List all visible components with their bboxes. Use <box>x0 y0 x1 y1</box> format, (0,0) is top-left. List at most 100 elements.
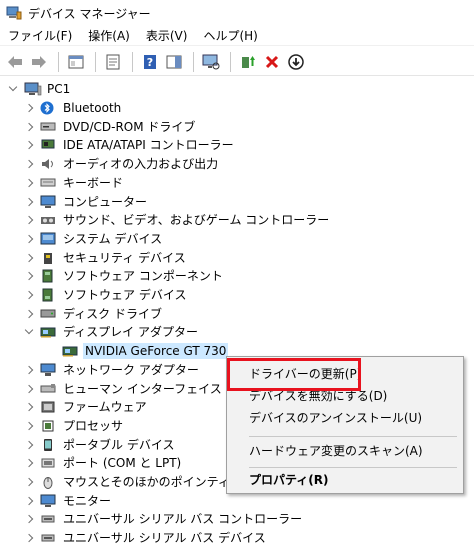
scan-monitor-icon <box>202 54 220 69</box>
tree-category-item[interactable]: オーディオの入力および出力 <box>24 155 220 174</box>
tree-category-item[interactable]: モニター <box>24 491 113 510</box>
action-pane-button[interactable] <box>163 51 185 73</box>
chevron-right-icon[interactable] <box>24 365 34 375</box>
tree-category-item[interactable]: セキュリティ デバイス <box>24 248 188 267</box>
chevron-right-icon[interactable] <box>24 253 34 263</box>
tree-category-item[interactable]: マウスとそのほかのポインティン <box>24 473 244 492</box>
tree-category-item[interactable]: ユニバーサル シリアル バス コントローラー <box>24 510 304 529</box>
menu-separator <box>249 436 457 437</box>
network-adapter-icon <box>40 363 56 377</box>
chevron-right-icon[interactable] <box>24 440 34 450</box>
back-button[interactable] <box>4 51 26 73</box>
tree-category-item[interactable]: コンピューター <box>24 192 149 211</box>
download-circle-icon <box>288 53 304 70</box>
tree-item-label: オーディオの入力および出力 <box>63 157 219 172</box>
chevron-right-icon[interactable] <box>24 496 34 506</box>
help-button[interactable]: ? <box>139 51 161 73</box>
chevron-right-icon[interactable] <box>24 458 34 468</box>
scan-hardware-button[interactable] <box>200 51 222 73</box>
update-driver-toolbar-button[interactable] <box>237 51 259 73</box>
window-title: デバイス マネージャー <box>28 6 151 21</box>
tree-category-item[interactable]: Bluetooth <box>24 99 123 118</box>
tree-category-item[interactable]: ディスプレイ アダプター <box>24 323 200 342</box>
chevron-right-icon[interactable] <box>24 402 34 412</box>
chevron-down-icon[interactable] <box>8 84 18 94</box>
tree-category-item[interactable]: ディスク ドライブ <box>24 304 164 323</box>
tree-category-item[interactable]: サウンド、ビデオ、およびゲーム コントローラー <box>24 211 331 230</box>
tree-item-label: ポート (COM と LPT) <box>63 456 182 471</box>
chevron-right-icon[interactable] <box>24 140 34 150</box>
tree-item-label: ディスプレイ アダプター <box>63 325 198 340</box>
tree-item-label: DVD/CD-ROM ドライブ <box>63 119 196 134</box>
firmware-icon <box>40 400 56 414</box>
tree-category-item[interactable]: ソフトウェア コンポーネント <box>24 267 225 286</box>
system-device-icon <box>40 232 56 246</box>
menu-action[interactable]: 操作(A) <box>80 26 138 46</box>
tree-item-label: ネットワーク アダプター <box>63 362 199 377</box>
chevron-right-icon[interactable] <box>24 122 34 132</box>
chevron-right-icon[interactable] <box>24 159 34 169</box>
uninstall-toolbar-button[interactable] <box>261 51 283 73</box>
tree-item-label: マウスとそのほかのポインティン <box>63 475 242 490</box>
tree-category-item[interactable]: ファームウェア <box>24 398 149 417</box>
chevron-right-icon[interactable] <box>24 533 34 543</box>
help-icon: ? <box>144 54 156 69</box>
toolbar-separator <box>58 51 59 72</box>
tree-category-item[interactable]: プロセッサ <box>24 417 125 436</box>
tree-device-item[interactable]: NVIDIA GeForce GT 730 <box>56 342 229 361</box>
tree-root-pc1[interactable]: PC1 <box>8 80 72 99</box>
tree-category-item[interactable]: ソフトウェア デバイス <box>24 286 188 305</box>
tree-item-label: ソフトウェア デバイス <box>63 288 187 303</box>
menu-view[interactable]: 表示(V) <box>138 26 196 46</box>
tree-category-item[interactable]: ポート (COM と LPT) <box>24 454 183 473</box>
tree-item-label: ユニバーサル シリアル バス コントローラー <box>63 512 303 527</box>
port-icon <box>40 456 56 470</box>
chevron-right-icon[interactable] <box>24 514 34 524</box>
chevron-right-icon[interactable] <box>24 477 34 487</box>
tree-category-item[interactable]: IDE ATA/ATAPI コントローラー <box>24 136 236 155</box>
tree-category-item[interactable]: ネットワーク アダプター <box>24 361 201 380</box>
tree-category-item[interactable]: キーボード <box>24 174 125 193</box>
chevron-right-icon[interactable] <box>24 271 34 281</box>
menu-file[interactable]: ファイル(F) <box>0 26 80 46</box>
tree-item-label: ファームウェア <box>63 400 147 415</box>
computer-icon <box>24 82 42 96</box>
chevron-right-icon[interactable] <box>24 384 34 394</box>
toolbar: ? <box>0 48 474 76</box>
forward-button[interactable] <box>28 51 50 73</box>
properties-toolbar-button[interactable] <box>102 51 124 73</box>
menu-help[interactable]: ヘルプ(H) <box>195 26 265 46</box>
tree-item-label: プロセッサ <box>63 418 124 433</box>
show-hide-tree-button[interactable] <box>65 51 87 73</box>
device-manager-icon <box>6 5 22 21</box>
scan-hardware-menu-item[interactable]: ハードウェア変更のスキャン(A) <box>249 440 423 462</box>
tree-category-item[interactable]: システム デバイス <box>24 230 164 249</box>
tree-item-label: IDE ATA/ATAPI コントローラー <box>63 138 234 153</box>
monitor-icon <box>40 494 56 508</box>
chevron-down-icon[interactable] <box>24 327 34 337</box>
chevron-right-icon[interactable] <box>24 103 34 113</box>
tree-item-label: ポータブル デバイス <box>63 437 175 452</box>
tree-item-label: キーボード <box>63 175 124 190</box>
tree-item-label: ソフトウェア コンポーネント <box>63 269 223 284</box>
tree-category-item[interactable]: ユニバーサル シリアル バス デバイス <box>24 529 268 548</box>
chevron-right-icon[interactable] <box>24 309 34 319</box>
chevron-right-icon[interactable] <box>24 234 34 244</box>
chevron-right-icon[interactable] <box>24 215 34 225</box>
tree-item-label: Bluetooth <box>63 101 122 116</box>
properties-menu-item[interactable]: プロパティ(R) <box>249 469 329 491</box>
tree-item-label: モニター <box>63 493 112 508</box>
audio-icon <box>40 157 56 171</box>
download-toolbar-button[interactable] <box>285 51 307 73</box>
tree-category-item[interactable]: ポータブル デバイス <box>24 435 176 454</box>
chevron-right-icon[interactable] <box>24 421 34 431</box>
dvd-drive-icon <box>40 120 56 134</box>
tree-category-item[interactable]: DVD/CD-ROM ドライブ <box>24 117 197 136</box>
chevron-right-icon[interactable] <box>24 197 34 207</box>
chevron-right-icon[interactable] <box>24 178 34 188</box>
chevron-right-icon[interactable] <box>24 290 34 300</box>
software-device-icon <box>40 288 56 302</box>
red-x-icon <box>265 55 279 68</box>
uninstall-device-menu-item[interactable]: デバイスのアンインストール(U) <box>249 407 422 429</box>
tree-item-label: コンピューター <box>63 194 148 209</box>
